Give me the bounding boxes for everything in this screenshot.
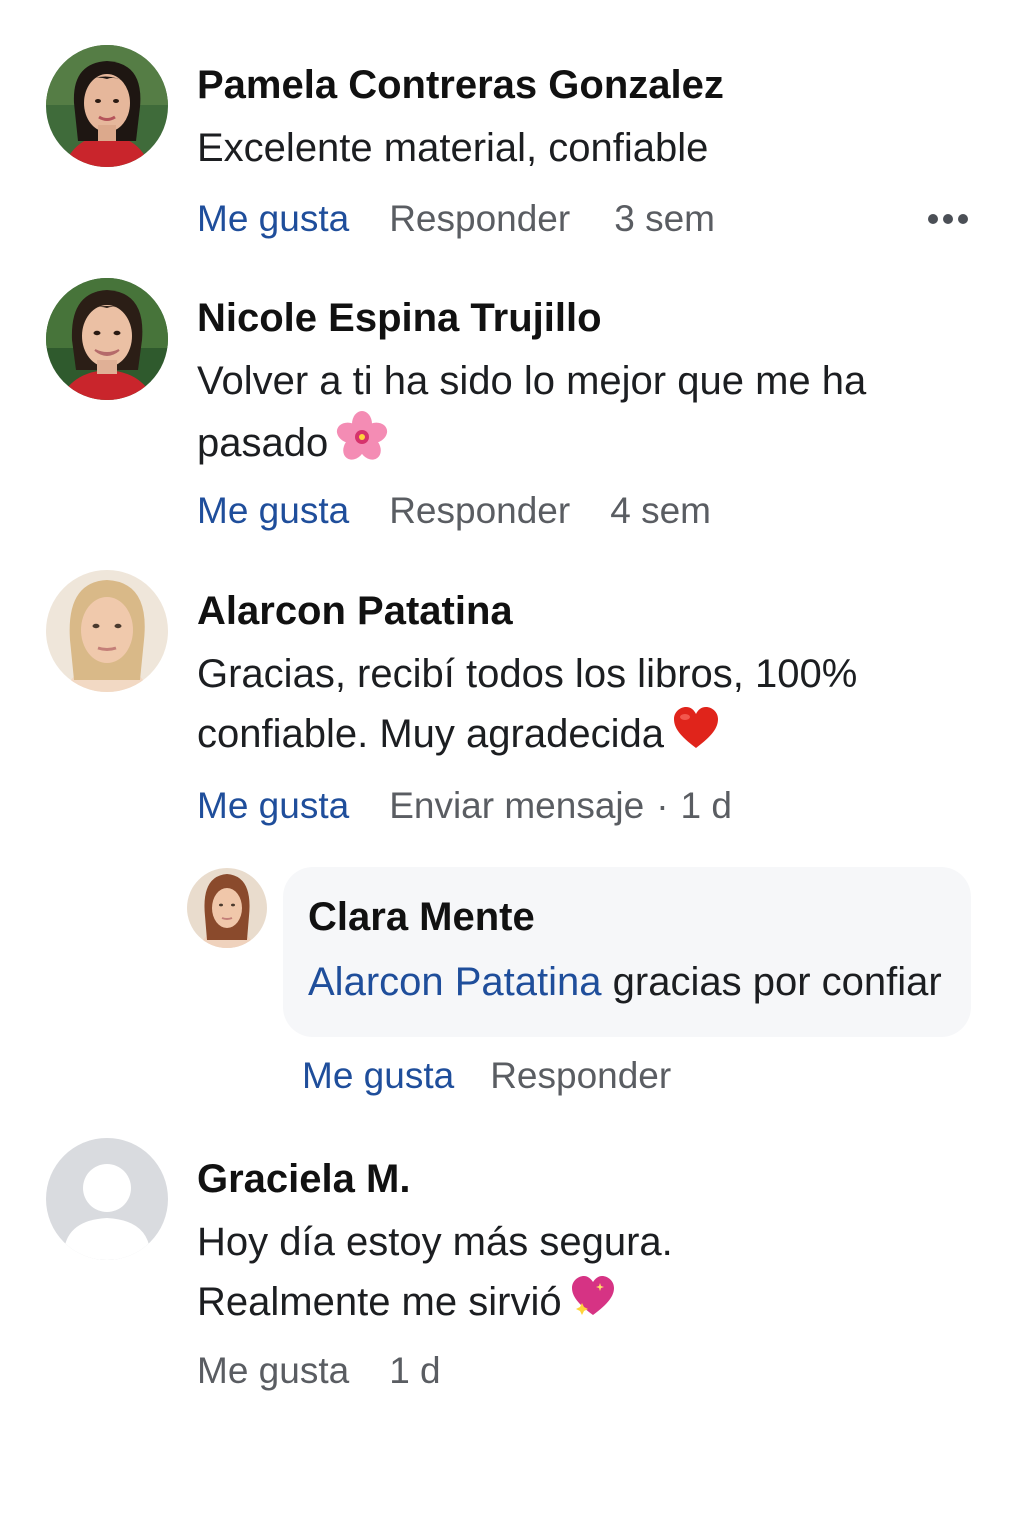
comment-author[interactable]: Pamela Contreras Gonzalez [197,63,724,108]
avatar-clara[interactable] [187,868,267,948]
reply-button[interactable]: Responder [389,198,570,240]
hibiscus-icon [336,411,388,480]
comments-thread: Pamela Contreras Gonzalez Excelente mate… [0,0,1024,1536]
comment-text-line-2: pasado [197,411,987,480]
timestamp[interactable]: 1 d [681,785,732,827]
user-photo-icon [46,278,168,400]
send-message-button[interactable]: Enviar mensaje [389,785,644,827]
reply-button[interactable]: Responder [490,1055,671,1097]
timestamp[interactable]: 1 d [389,1350,440,1392]
comment-text-fragment: confiable. Muy agradecida [197,712,664,756]
comment-author[interactable]: Nicole Espina Trujillo [197,296,602,341]
comment-author[interactable]: Alarcon Patatina [197,589,513,634]
user-photo-icon [46,45,168,167]
user-photo-icon [46,570,168,692]
comment-author[interactable]: Graciela M. [197,1157,410,1202]
default-avatar-icon [46,1138,168,1260]
avatar-graciela[interactable] [46,1138,168,1260]
sparkling-heart-icon [570,1274,616,1334]
comment-text: Hoy día estoy más segura. Realmente me s… [197,1212,987,1334]
comment-text: Gracias, recibí todos los libros, 100% c… [197,644,987,767]
comment-text-line-2: Realmente me sirvió [197,1272,987,1334]
timestamp[interactable]: 4 sem [610,490,711,532]
avatar-pamela[interactable] [46,45,168,167]
comment-text-fragment: pasado [197,421,329,466]
comment-text: Volver a ti ha sido lo mejor que me ha p… [197,351,987,480]
reply-actions: Me gusta Responder [302,1055,671,1097]
reply-button[interactable]: Responder [389,490,570,532]
comment-actions: Me gusta Responder 4 sem [197,490,711,532]
like-button[interactable]: Me gusta [302,1055,454,1097]
comment-actions: Me gusta Enviar mensaje · 1 d [197,785,732,827]
comment-text-line: Hoy día estoy más segura. [197,1220,673,1264]
comment-text-line: Excelente material, confiable [197,126,709,170]
comment-actions: Me gusta 1 d [197,1350,441,1392]
comment-text-line: Volver a ti ha sido lo mejor que me ha [197,359,867,403]
like-button[interactable]: Me gusta [197,785,349,827]
comment-text-fragment: Realmente me sirvió [197,1280,562,1324]
comment-text-line-2: confiable. Muy agradecida [197,704,987,767]
comment-actions: Me gusta Responder 3 sem [197,198,715,240]
comment-text: Excelente material, confiable [197,118,987,178]
timestamp[interactable]: 3 sem [614,198,715,240]
like-button[interactable]: Me gusta [197,198,349,240]
more-options-icon[interactable] [926,207,970,231]
reply-text-body: gracias por confiar [612,960,942,1004]
red-heart-icon [672,706,720,767]
mention-link[interactable]: Alarcon Patatina [308,960,602,1004]
avatar-nicole[interactable] [46,278,168,400]
user-photo-icon [187,868,267,948]
reply-author[interactable]: Clara Mente [308,895,535,940]
separator-dot: · [656,785,669,826]
reply-bubble [283,867,971,1037]
like-button[interactable]: Me gusta [197,1350,349,1392]
comment-text-line: Gracias, recibí todos los libros, 100% [197,652,858,696]
like-button[interactable]: Me gusta [197,490,349,532]
avatar-alarcon[interactable] [46,570,168,692]
reply-text: Alarcon Patatina gracias por confiar [308,960,942,1005]
